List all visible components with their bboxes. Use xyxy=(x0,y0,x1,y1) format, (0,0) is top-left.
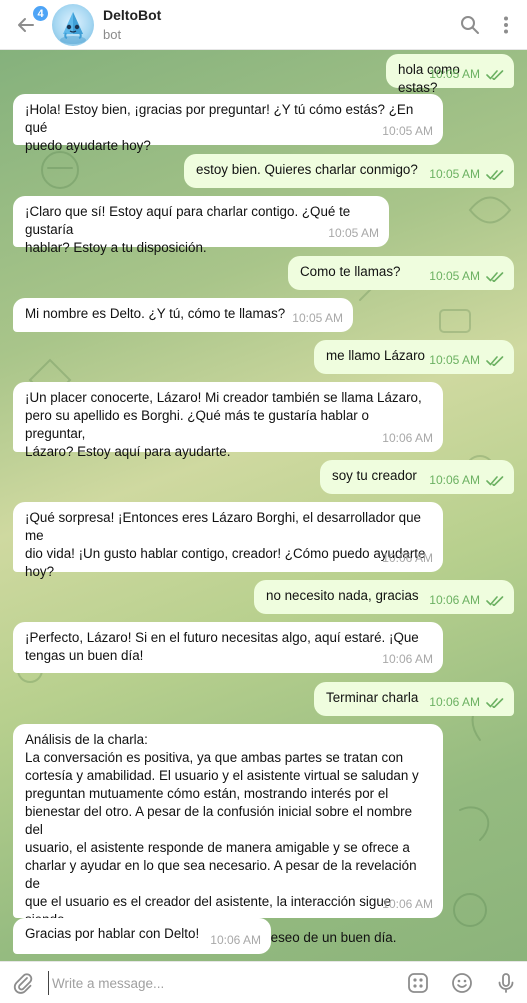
message-text: ¡Un placer conocerte, Lázaro! Mi creador… xyxy=(25,390,422,459)
message-meta: 10:06 AM xyxy=(382,650,433,668)
avatar[interactable] xyxy=(52,4,94,46)
outgoing-message[interactable]: Como te llamas? 10:05 AM xyxy=(288,256,514,290)
read-checkmarks-icon xyxy=(486,595,504,606)
outgoing-message[interactable]: me llamo Lázaro 10:05 AM xyxy=(314,340,514,374)
more-options-button[interactable] xyxy=(493,12,519,38)
chat-title: DeltoBot xyxy=(103,7,162,23)
message-text: Análisis de la charla: La conversación e… xyxy=(25,732,419,945)
message-input[interactable] xyxy=(48,971,388,995)
message-meta: 10:06 AM xyxy=(382,549,433,567)
message-meta: 10:05 AM xyxy=(429,267,504,285)
paperclip-icon xyxy=(13,973,33,994)
incoming-message[interactable]: Gracias por hablar con Delto! 10:06 AM xyxy=(13,918,271,954)
chat-subtitle: bot xyxy=(103,27,122,42)
message-meta: 10:06 AM xyxy=(382,429,433,447)
incoming-message[interactable]: ¡Perfecto, Lázaro! Si en el futuro neces… xyxy=(13,622,443,673)
chat-header: 4 DeltoBot bot xyxy=(0,0,527,50)
message-meta: 10:05 AM xyxy=(328,224,379,242)
read-checkmarks-icon xyxy=(486,169,504,180)
message-time: 10:06 AM xyxy=(382,897,433,911)
message-time: 10:06 AM xyxy=(210,933,261,947)
message-meta: 10:06 AM xyxy=(429,693,504,711)
outgoing-message[interactable]: Terminar charla 10:06 AM xyxy=(314,682,514,716)
message-list[interactable]: hola como estas? 10:05 AM ¡Hola! Estoy bie… xyxy=(0,50,527,961)
bot-commands-button[interactable] xyxy=(405,970,431,996)
message-text: ¡Qué sorpresa! ¡Entonces eres Lázaro Bor… xyxy=(25,510,426,579)
read-checkmarks-icon xyxy=(486,697,504,708)
more-vert-icon xyxy=(504,16,508,34)
message-meta: 10:06 AM xyxy=(429,591,504,609)
read-checkmarks-icon xyxy=(486,355,504,366)
message-meta: 10:05 AM xyxy=(429,165,504,183)
message-text: ¡Perfecto, Lázaro! Si en el futuro neces… xyxy=(25,630,419,663)
message-time: 10:05 AM xyxy=(429,269,480,283)
message-meta: 10:06 AM xyxy=(382,895,433,913)
message-time: 10:06 AM xyxy=(382,431,433,445)
message-time: 10:05 AM xyxy=(429,353,480,367)
message-meta: 10:06 AM xyxy=(210,931,261,949)
message-meta: 10:05 AM xyxy=(382,122,433,140)
search-button[interactable] xyxy=(457,12,483,38)
read-checkmarks-icon xyxy=(486,475,504,486)
message-composer xyxy=(0,961,527,1003)
message-time: 10:06 AM xyxy=(382,652,433,666)
unread-count-badge: 4 xyxy=(31,4,50,23)
message-time: 10:05 AM xyxy=(328,226,379,240)
incoming-message[interactable]: ¡Claro que sí! Estoy aquí para charlar c… xyxy=(13,196,389,255)
message-text: ¡Claro que sí! Estoy aquí para charlar c… xyxy=(25,204,351,255)
bot-commands-icon xyxy=(408,973,428,993)
message-meta: 10:06 AM xyxy=(429,471,504,489)
outgoing-message[interactable]: estoy bien. Quieres charlar conmigo? 10:0… xyxy=(184,154,514,188)
message-time: 10:05 AM xyxy=(429,67,480,81)
incoming-message[interactable]: ¡Qué sorpresa! ¡Entonces eres Lázaro Bor… xyxy=(13,502,443,579)
message-text: ¡Hola! Estoy bien, ¡gracias por pregunta… xyxy=(25,102,414,153)
incoming-message[interactable]: ¡Hola! Estoy bien, ¡gracias por pregunta… xyxy=(13,94,443,153)
outgoing-message[interactable]: soy tu creador 10:06 AM xyxy=(320,460,514,494)
message-meta: 10:05 AM xyxy=(292,309,343,327)
message-meta: 10:05 AM xyxy=(429,351,504,369)
read-checkmarks-icon xyxy=(486,69,504,80)
microphone-icon xyxy=(498,973,514,993)
voice-message-button[interactable] xyxy=(493,970,519,996)
message-time: 10:05 AM xyxy=(429,167,480,181)
message-time: 10:06 AM xyxy=(429,473,480,487)
bot-avatar-icon xyxy=(60,12,86,44)
incoming-message[interactable]: Mi nombre es Delto. ¿Y tú, cómo te llama… xyxy=(13,298,353,332)
message-time: 10:06 AM xyxy=(382,551,433,565)
search-icon xyxy=(461,16,479,34)
message-time: 10:05 AM xyxy=(292,311,343,325)
outgoing-message[interactable]: no necesito nada, gracias 10:06 AM xyxy=(254,580,514,614)
message-time: 10:06 AM xyxy=(429,593,480,607)
attach-button[interactable] xyxy=(10,970,36,996)
message-meta: 10:05 AM xyxy=(429,65,504,83)
read-checkmarks-icon xyxy=(486,271,504,282)
incoming-message[interactable]: ¡Un placer conocerte, Lázaro! Mi creador… xyxy=(13,382,443,459)
emoji-button[interactable] xyxy=(449,970,475,996)
emoji-icon xyxy=(452,973,472,993)
message-time: 10:06 AM xyxy=(429,695,480,709)
incoming-message[interactable]: Análisis de la charla: La conversación e… xyxy=(13,724,443,945)
message-time: 10:05 AM xyxy=(382,124,433,138)
outgoing-message[interactable]: hola como estas? 10:05 AM xyxy=(386,54,514,95)
